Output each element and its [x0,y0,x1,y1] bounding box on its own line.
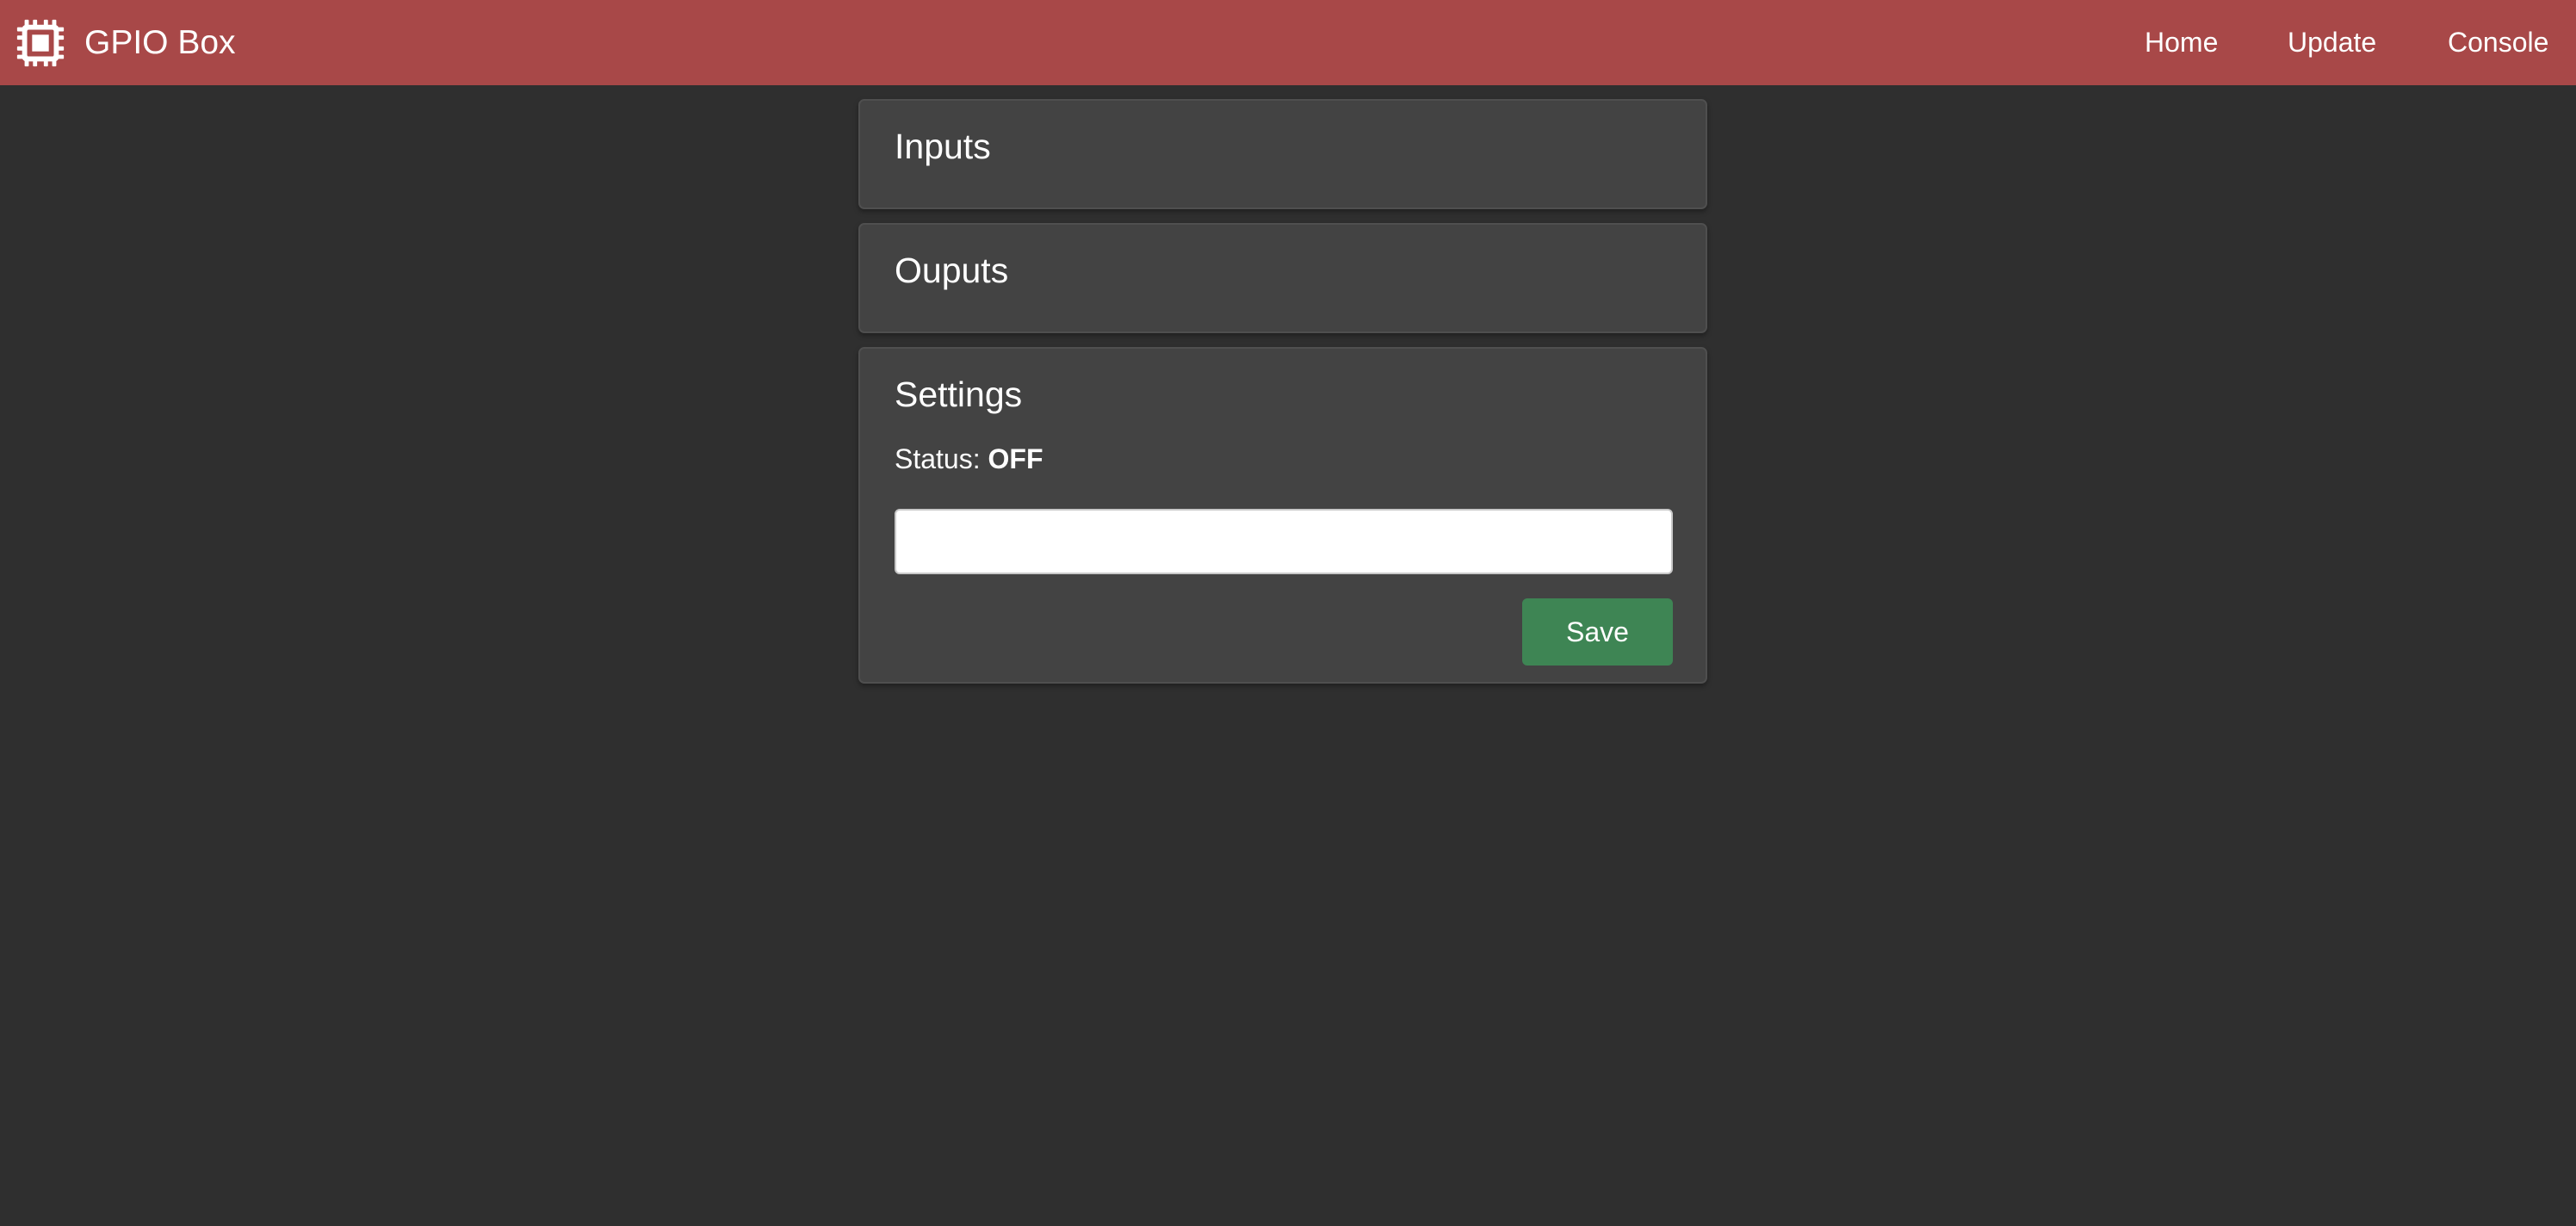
nav-link-update[interactable]: Update [2288,26,2376,59]
inputs-card-title: Inputs [895,127,991,166]
nav-link-home[interactable]: Home [2145,26,2218,59]
inputs-card: Inputs [858,99,1707,209]
settings-text-input[interactable] [895,509,1673,574]
settings-card: Settings Status: OFF Save [858,347,1707,684]
save-button[interactable]: Save [1522,598,1673,666]
brand-title: GPIO Box [84,24,236,61]
outputs-card-title: Ouputs [895,251,1009,290]
status-label: Status: [895,443,981,474]
top-navbar: GPIO Box Home Update Console [0,0,2576,85]
status-line: Status: OFF [895,442,1043,476]
settings-card-title: Settings [895,375,1023,414]
status-value: OFF [988,443,1043,474]
nav-link-console[interactable]: Console [2448,26,2548,59]
cpu-chip-icon [16,19,65,67]
outputs-card: Ouputs [858,223,1707,333]
brand[interactable]: GPIO Box [14,15,236,71]
